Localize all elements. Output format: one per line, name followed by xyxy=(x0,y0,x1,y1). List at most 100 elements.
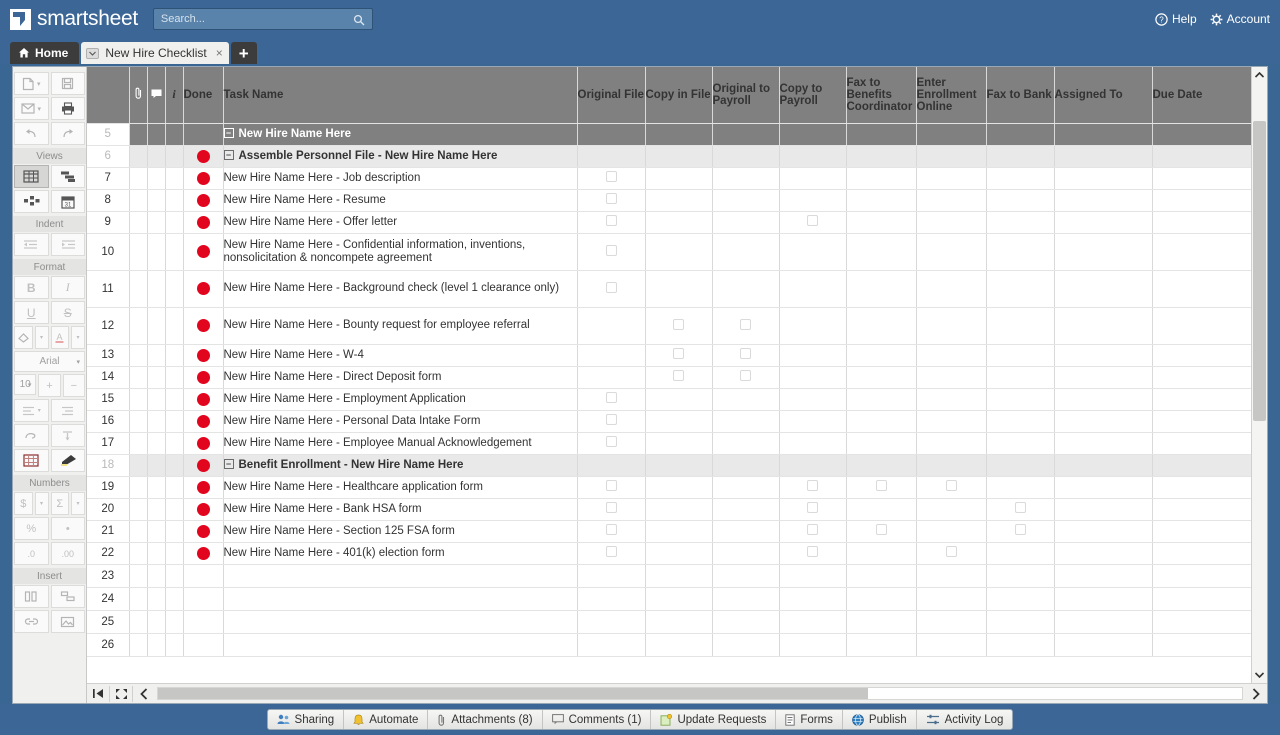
cell-assigned-to[interactable] xyxy=(1054,432,1153,455)
cell-due-date[interactable] xyxy=(1152,410,1251,433)
cell-comment[interactable] xyxy=(147,388,166,411)
cell-fax-to-bank[interactable] xyxy=(986,145,1055,168)
insert-row-icon[interactable] xyxy=(50,585,85,608)
checkbox-unchecked[interactable] xyxy=(807,502,818,513)
cell-original-to-payroll[interactable] xyxy=(712,587,780,611)
cell-copy-in-file[interactable] xyxy=(645,410,713,433)
cell-enter-enrollment-online[interactable] xyxy=(916,454,987,477)
close-icon[interactable]: × xyxy=(216,46,223,60)
cell-original-file[interactable] xyxy=(577,270,646,308)
cell-original-to-payroll[interactable] xyxy=(712,542,780,565)
cell-copy-to-payroll[interactable] xyxy=(779,388,847,411)
row-number[interactable]: 6 xyxy=(87,145,130,168)
table-row[interactable]: 7 New Hire Name Here - Job description xyxy=(87,167,1251,190)
cell-original-file[interactable] xyxy=(577,366,646,389)
cell-original-file[interactable] xyxy=(577,189,646,212)
cell-original-file[interactable] xyxy=(577,123,646,146)
cell-original-to-payroll[interactable] xyxy=(712,167,780,190)
cell-fax-to-benefits[interactable] xyxy=(846,270,917,308)
cell-fax-to-bank[interactable] xyxy=(986,211,1055,234)
cell-original-to-payroll[interactable] xyxy=(712,344,780,367)
cell-original-file[interactable] xyxy=(577,211,646,234)
underline-icon[interactable]: U xyxy=(14,301,49,324)
cell-done[interactable] xyxy=(183,410,224,433)
bottom-item-comments-1[interactable]: Comments (1) xyxy=(542,710,652,729)
cell-done[interactable] xyxy=(183,633,224,657)
calendar-view-icon[interactable]: 31 xyxy=(50,190,85,213)
cell-attachment[interactable] xyxy=(129,633,148,657)
scroll-left-button[interactable] xyxy=(133,685,155,703)
cell-fax-to-benefits[interactable] xyxy=(846,454,917,477)
cell-due-date[interactable] xyxy=(1152,476,1251,499)
table-row-empty[interactable]: 24 xyxy=(87,587,1251,611)
cell-enter-enrollment-online[interactable] xyxy=(916,366,987,389)
add-tab-button[interactable]: + xyxy=(230,42,257,64)
table-row[interactable]: 11 New Hire Name Here - Background check … xyxy=(87,270,1251,308)
expand-icon[interactable] xyxy=(110,685,132,703)
cell-original-file[interactable] xyxy=(577,520,646,543)
bottom-item-publish[interactable]: Publish xyxy=(842,710,917,729)
cell-task-name[interactable]: New Hire Name Here - Offer letter xyxy=(223,211,578,234)
cell-comment[interactable] xyxy=(147,410,166,433)
cell-copy-in-file[interactable] xyxy=(645,520,713,543)
cell-done[interactable] xyxy=(183,211,224,234)
col-header-fax-to-bank[interactable]: Fax to Bank xyxy=(986,67,1055,124)
cell-fax-to-benefits[interactable] xyxy=(846,542,917,565)
image-icon[interactable] xyxy=(50,610,85,633)
cell-attachment[interactable] xyxy=(129,610,148,634)
row-number[interactable]: 10 xyxy=(87,233,130,271)
cell-original-to-payroll[interactable] xyxy=(712,366,780,389)
cell-fax-to-bank[interactable] xyxy=(986,587,1055,611)
cell-fax-to-bank[interactable] xyxy=(986,520,1055,543)
cell-assigned-to[interactable] xyxy=(1054,410,1153,433)
cell-enter-enrollment-online[interactable] xyxy=(916,432,987,455)
cell-copy-in-file[interactable] xyxy=(645,145,713,168)
table-row[interactable]: 9 New Hire Name Here - Offer letter xyxy=(87,211,1251,234)
checkbox-unchecked[interactable] xyxy=(605,171,617,182)
font-color-dropdown[interactable]: ▾ xyxy=(71,326,85,349)
checkbox-unchecked[interactable] xyxy=(807,480,818,491)
row-number[interactable]: 23 xyxy=(87,564,130,588)
cell-attachment[interactable] xyxy=(129,454,148,477)
cell-task-name[interactable]: − Benefit Enrollment - New Hire Name Here xyxy=(223,454,578,477)
cell-fax-to-benefits[interactable] xyxy=(846,388,917,411)
cell-assigned-to[interactable] xyxy=(1054,454,1153,477)
cell-fax-to-benefits[interactable] xyxy=(846,307,917,345)
table-row[interactable]: 10 New Hire Name Here - Confidential info… xyxy=(87,233,1251,271)
cell-fax-to-bank[interactable] xyxy=(986,476,1055,499)
col-header-done[interactable]: Done xyxy=(183,67,224,124)
checkbox-unchecked[interactable] xyxy=(807,215,818,226)
cell-copy-in-file[interactable] xyxy=(645,307,713,345)
tab-home[interactable]: Home xyxy=(10,42,80,64)
cell-done[interactable] xyxy=(183,145,224,168)
cell-fax-to-benefits[interactable] xyxy=(846,498,917,521)
row-number[interactable]: 26 xyxy=(87,633,130,657)
save-icon[interactable] xyxy=(50,72,85,95)
cell-task-name[interactable] xyxy=(223,633,578,657)
cell-enter-enrollment-online[interactable] xyxy=(916,520,987,543)
cell-original-to-payroll[interactable] xyxy=(712,498,780,521)
checkbox-unchecked[interactable] xyxy=(673,318,684,330)
cell-fax-to-bank[interactable] xyxy=(986,498,1055,521)
format-painter-icon[interactable] xyxy=(50,449,85,472)
grid-viewport[interactable]: i Done Task Name Original File Copy in F… xyxy=(87,67,1251,683)
checkbox-unchecked[interactable] xyxy=(605,502,617,513)
cell-task-name[interactable]: New Hire Name Here - 401(k) election for… xyxy=(223,542,578,565)
cell-fax-to-bank[interactable] xyxy=(986,542,1055,565)
row-number[interactable]: 13 xyxy=(87,344,130,367)
cell-comment[interactable] xyxy=(147,167,166,190)
fill-color-dropdown[interactable]: ▾ xyxy=(34,326,49,349)
undo-icon[interactable] xyxy=(14,122,49,145)
cell-assigned-to[interactable] xyxy=(1054,167,1153,190)
bottom-item-attachments-8[interactable]: Attachments (8) xyxy=(428,710,543,729)
cell-due-date[interactable] xyxy=(1152,542,1251,565)
cell-attachment[interactable] xyxy=(129,307,148,345)
cell-task-name[interactable]: New Hire Name Here - Section 125 FSA for… xyxy=(223,520,578,543)
cell-attachment[interactable] xyxy=(129,476,148,499)
cell-copy-to-payroll[interactable] xyxy=(779,145,847,168)
currency-icon[interactable]: $ xyxy=(14,492,33,515)
row-number[interactable]: 19 xyxy=(87,476,130,499)
cell-copy-in-file[interactable] xyxy=(645,432,713,455)
cell-task-name[interactable]: New Hire Name Here - Employment Applicat… xyxy=(223,388,578,411)
checkbox-unchecked[interactable] xyxy=(945,546,957,557)
